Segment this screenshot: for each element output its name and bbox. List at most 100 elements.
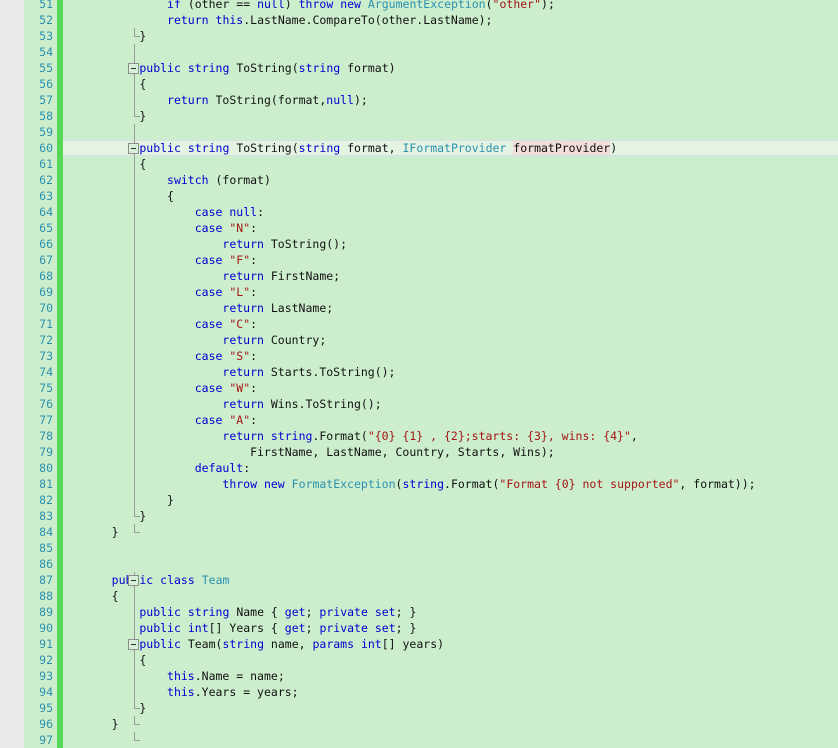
code-line[interactable]: 59 <box>0 124 838 140</box>
code-line[interactable]: 80 default: <box>0 460 838 476</box>
code-line[interactable]: 96} <box>0 716 838 732</box>
code-text[interactable]: this.Name = name; <box>167 668 285 684</box>
code-line[interactable]: 61 { <box>0 156 838 172</box>
code-text[interactable]: } <box>139 28 146 44</box>
code-text[interactable]: return LastName; <box>222 300 333 316</box>
code-line[interactable]: 88 { <box>0 588 838 604</box>
code-text[interactable]: case "F": <box>195 252 257 268</box>
code-text[interactable]: { <box>167 188 174 204</box>
code-token: { <box>139 157 147 171</box>
code-line[interactable]: 78 return string.Format("{0} {1} , {2};st… <box>0 428 838 444</box>
code-line[interactable]: 70 return LastName; <box>0 300 838 316</box>
code-line[interactable]: 82} <box>0 492 838 508</box>
code-line[interactable]: 91 public Team(string name, params int[] … <box>0 636 838 652</box>
code-text[interactable]: } <box>139 508 146 524</box>
code-line[interactable]: 67 case "F": <box>0 252 838 268</box>
code-line[interactable]: 52 return this.LastName.CompareTo(other.L… <box>0 12 838 28</box>
code-line[interactable]: 72 return Country; <box>0 332 838 348</box>
code-text[interactable]: { <box>112 588 119 604</box>
code-editor[interactable]: 51 if (other == null) throw new ArgumentE… <box>0 0 838 748</box>
code-line[interactable]: 81 throw new FormatException(string.Forma… <box>0 476 838 492</box>
code-text[interactable]: public string ToString(string format, IF… <box>139 140 617 156</box>
code-line[interactable]: 83} <box>0 508 838 524</box>
code-line[interactable]: 94 this.Years = years; <box>0 684 838 700</box>
code-text[interactable]: FirstName, LastName, Country, Starts, Wi… <box>250 444 555 460</box>
code-line[interactable]: 63 { <box>0 188 838 204</box>
code-text[interactable]: case "N": <box>195 220 257 236</box>
code-line[interactable]: 86 <box>0 556 838 572</box>
code-text[interactable]: } <box>112 716 119 732</box>
code-text[interactable]: public Team(string name, params int[] ye… <box>139 636 444 652</box>
code-text[interactable]: return ToString(); <box>222 236 347 252</box>
code-line[interactable]: 56 { <box>0 76 838 92</box>
code-line[interactable]: 93 this.Name = name; <box>0 668 838 684</box>
code-line[interactable]: 74 return Starts.ToString(); <box>0 364 838 380</box>
code-text[interactable]: return FirstName; <box>222 268 340 284</box>
fold-collapse-icon[interactable] <box>128 639 139 650</box>
code-text[interactable]: case "L": <box>195 284 257 300</box>
code-text[interactable]: if (other == null) throw new ArgumentExc… <box>167 0 555 12</box>
code-text[interactable]: case "A": <box>195 412 257 428</box>
code-line[interactable]: 54 <box>0 44 838 60</box>
code-text[interactable]: case "W": <box>195 380 257 396</box>
code-text[interactable]: case null: <box>195 204 264 220</box>
code-line[interactable]: 60 public string ToString(string format, … <box>0 140 838 156</box>
code-text[interactable]: { <box>139 156 146 172</box>
code-folding-column[interactable] <box>63 0 140 748</box>
code-line[interactable]: 68 return FirstName; <box>0 268 838 284</box>
code-line[interactable]: 76 return Wins.ToString(); <box>0 396 838 412</box>
code-text[interactable]: public string ToString(string format) <box>139 60 395 76</box>
code-line[interactable]: 92 { <box>0 652 838 668</box>
code-line[interactable]: 62 switch (format) <box>0 172 838 188</box>
code-line[interactable]: 55 public string ToString(string format) <box>0 60 838 76</box>
code-line[interactable]: 89 public string Name { get; private set;… <box>0 604 838 620</box>
code-text[interactable]: public string Name { get; private set; } <box>139 604 416 620</box>
code-line[interactable]: 66 return ToString(); <box>0 236 838 252</box>
code-line[interactable]: 85 <box>0 540 838 556</box>
code-text[interactable]: return Wins.ToString(); <box>222 396 381 412</box>
code-line[interactable]: 51 if (other == null) throw new ArgumentE… <box>0 0 838 12</box>
code-line[interactable]: 77 case "A": <box>0 412 838 428</box>
code-token: new <box>263 477 285 491</box>
code-text[interactable]: } <box>112 524 119 540</box>
code-text[interactable]: return ToString(format,null); <box>167 92 368 108</box>
code-text[interactable]: case "C": <box>195 316 257 332</box>
fold-collapse-icon[interactable] <box>128 63 139 74</box>
code-text[interactable]: return Starts.ToString(); <box>222 364 395 380</box>
code-line[interactable]: 73 case "S": <box>0 348 838 364</box>
code-line[interactable]: 75 case "W": <box>0 380 838 396</box>
fold-collapse-icon[interactable] <box>128 575 139 586</box>
code-text[interactable]: this.Years = years; <box>167 684 299 700</box>
code-line[interactable]: 84} <box>0 524 838 540</box>
code-text[interactable]: return Country; <box>222 332 326 348</box>
code-text[interactable]: default: <box>195 460 250 476</box>
code-line[interactable]: 65 case "N": <box>0 220 838 236</box>
code-line[interactable]: 95} <box>0 700 838 716</box>
code-text[interactable]: { <box>139 76 146 92</box>
code-line[interactable]: 71 case "C": <box>0 316 838 332</box>
line-number: 54 <box>39 45 53 59</box>
code-text[interactable]: } <box>139 700 146 716</box>
code-line[interactable]: 90 public int[] Years { get; private set;… <box>0 620 838 636</box>
code-text[interactable]: throw new FormatException(string.Format(… <box>222 476 755 492</box>
code-text[interactable]: return this.LastName.CompareTo(other.Las… <box>167 12 492 28</box>
code-text[interactable]: } <box>167 492 174 508</box>
code-line[interactable]: 58} <box>0 108 838 124</box>
code-line[interactable]: 69 case "L": <box>0 284 838 300</box>
code-line[interactable]: 79 FirstName, LastName, Country, Starts, … <box>0 444 838 460</box>
editor-selection-margin[interactable] <box>0 0 24 748</box>
code-text[interactable]: return string.Format("{0} {1} , {2};star… <box>222 428 637 444</box>
code-line[interactable]: 57 return ToString(format,null); <box>0 92 838 108</box>
fold-collapse-icon[interactable] <box>128 143 139 154</box>
code-line[interactable]: 64 case null: <box>0 204 838 220</box>
code-text[interactable]: switch (format) <box>167 172 271 188</box>
code-text[interactable]: { <box>139 652 146 668</box>
line-number: 63 <box>39 189 53 203</box>
code-line[interactable]: 97 <box>0 732 838 748</box>
code-text[interactable]: case "S": <box>195 348 257 364</box>
code-line[interactable]: 53} <box>0 28 838 44</box>
code-line[interactable]: 87public class Team <box>0 572 838 588</box>
code-lines-container[interactable]: 51 if (other == null) throw new ArgumentE… <box>0 0 838 748</box>
code-text[interactable]: } <box>139 108 146 124</box>
code-text[interactable]: public int[] Years { get; private set; } <box>139 620 416 636</box>
